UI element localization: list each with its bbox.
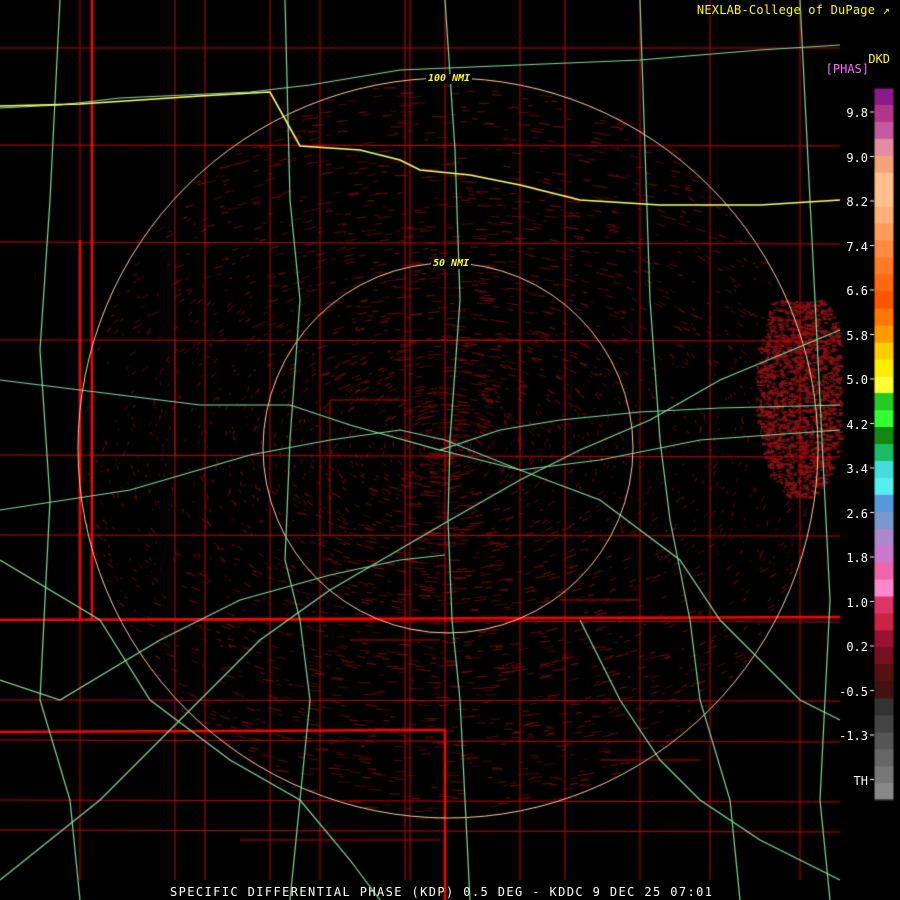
range-ring-label-50: 50 NMI: [431, 258, 472, 269]
legend-label: TH: [853, 773, 868, 788]
legend-label: 2.6: [846, 506, 868, 521]
legend-label: 1.0: [846, 595, 868, 610]
station-code: DKD: [868, 52, 890, 66]
legend-label: 0.2: [846, 640, 868, 654]
legend-label: 9.0: [846, 150, 868, 165]
external-link-icon[interactable]: ↗: [883, 3, 890, 17]
legend-label: 8.2: [846, 195, 868, 209]
legend-label: 6.6: [846, 284, 868, 298]
legend-label: 3.4: [846, 462, 868, 476]
legend-label: 5.8: [846, 328, 868, 343]
legend-label: 7.4: [846, 239, 868, 254]
legend-label: -0.5: [839, 684, 868, 699]
legend-label: 4.2: [846, 417, 868, 432]
product-caption: SPECIFIC DIFFERENTIAL PHASE (KDP) 0.5 DE…: [170, 885, 714, 899]
legend-label: 9.8: [846, 106, 868, 120]
legend-label: -1.3: [839, 729, 868, 743]
credit-label[interactable]: NEXLAB-College of DuPage ↗: [697, 3, 890, 17]
legend-label: 1.8: [846, 551, 868, 565]
legend-label: 5.0: [846, 373, 868, 387]
range-ring-label-100: 100 NMI: [426, 73, 473, 84]
radar-map: [0, 0, 900, 900]
unit-label: [PHAS]: [825, 62, 869, 76]
